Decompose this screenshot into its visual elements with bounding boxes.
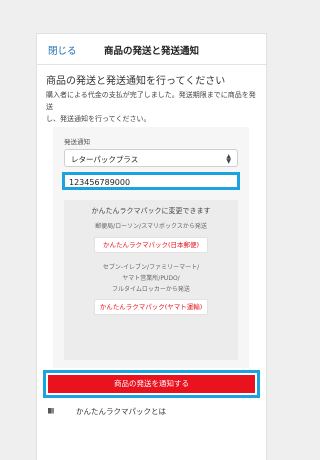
shipping-method-value: レターパックプラス bbox=[71, 155, 139, 164]
rakuma-japan-post-button[interactable]: かんたんラクマパック(日本郵便) bbox=[94, 237, 208, 253]
description-line: 購入者による代金の支払が完了しました。発送期限までに商品を発送 bbox=[46, 91, 256, 111]
page-title: 商品の発送と発送通知を行ってください bbox=[46, 76, 226, 87]
tracking-number-highlight bbox=[62, 172, 240, 190]
modal-sheet: 閉じる 商品の発送と発送通知 商品の発送と発送通知を行ってください 購入者による… bbox=[37, 34, 266, 460]
japan-post-note: 郵便局/ローソン/スマリボックスから発送 bbox=[95, 223, 207, 230]
rakuma-pack-title: かんたんラクマパックに変更できます bbox=[91, 207, 211, 215]
shipping-method-select[interactable]: レターパックプラス ▲ ▼ bbox=[64, 149, 238, 167]
modal-header: 閉じる 商品の発送と発送通知 bbox=[37, 34, 266, 65]
yamato-note-line: フルタイムロッカーから発送 bbox=[112, 286, 190, 293]
shipping-form-card: 発送通知 レターパックプラス ▲▼ かんたんラクマパックに変更できます 郵便局/… bbox=[53, 127, 249, 368]
rakuma-yamato-button[interactable]: かんたんラクマパック(ヤマト運輸) bbox=[94, 299, 208, 315]
shipping-notice-label: 発送通知 bbox=[64, 138, 90, 146]
book-icon bbox=[48, 408, 54, 414]
rakuma-pack-panel: かんたんラクマパックに変更できます 郵便局/ローソン/スマリボックスから発送 か… bbox=[64, 200, 238, 360]
submit-highlight: 商品の発送を通知する bbox=[43, 370, 260, 398]
tracking-number-input[interactable] bbox=[69, 176, 229, 188]
rakuma-pack-info-label: かんたんラクマパックとは bbox=[76, 407, 166, 416]
select-updown-icon: ▲ ▼ bbox=[226, 153, 231, 165]
rakuma-pack-info-link[interactable]: かんたんラクマパックとは bbox=[47, 406, 247, 420]
yamato-note-line: セブン-イレブン/ファミリーマート/ bbox=[102, 264, 200, 271]
notify-shipment-button[interactable]: 商品の発送を通知する bbox=[48, 375, 255, 393]
description-line: し、発送通知を行ってください。 bbox=[46, 115, 151, 123]
description-text: 購入者による代金の支払が完了しました。発送期限までに商品を発送 し、発送通知を行… bbox=[46, 89, 258, 125]
modal-title: 商品の発送と発送通知 bbox=[103, 46, 199, 57]
yamato-note-line: ヤマト営業所/PUDO/ bbox=[122, 275, 180, 282]
